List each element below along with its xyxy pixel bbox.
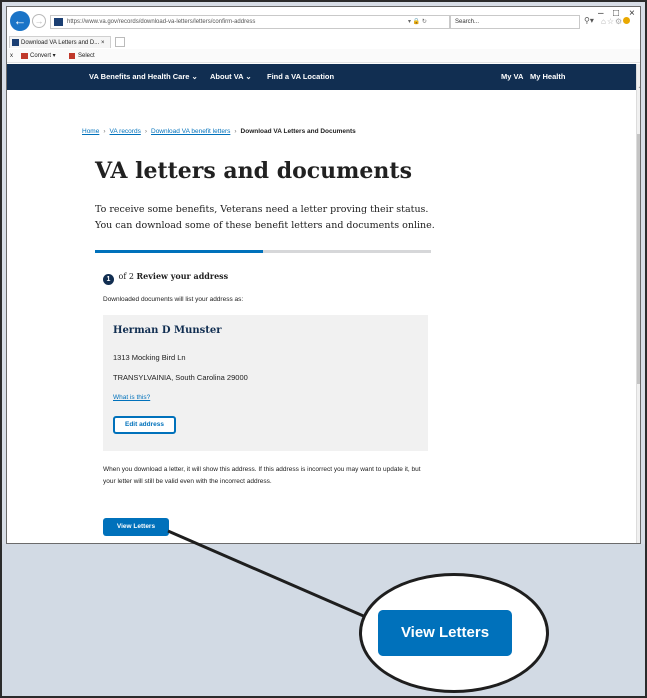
back-arrow-icon[interactable]: ← [10,11,30,31]
nav-about-va[interactable]: About VA ⌄ [210,64,252,90]
browser-window: ← → https://www.va.gov/records/download-… [6,6,641,544]
scroll-up-arrow-icon[interactable]: ⌃ [637,86,640,93]
page-content: Home › VA records › Download VA benefit lett… [7,90,636,543]
select-button[interactable]: Select [69,49,95,63]
command-bar: x Convert ▾ Select [7,49,640,63]
step-progress-fill [95,250,263,253]
tab-close-icon[interactable]: × [101,40,105,46]
step-title: Review your address [136,271,229,281]
address-bar-tools[interactable]: ▾ 🔒 ↻ [408,15,427,29]
site-header-nav: VA Benefits and Health Care ⌄ About VA ⌄… [7,64,636,90]
breadcrumb-download-letters[interactable]: Download VA benefit letters [151,128,230,135]
what-is-this-link[interactable]: What is this? [113,394,150,401]
address-city-state: TRANSYLVAINIA, South Carolina 29000 [113,373,248,382]
browser-toolbar-icons: ⌂☆⚙ [601,17,631,26]
address-bar[interactable]: https://www.va.gov/records/download-va-l… [50,15,450,29]
page-title: VA letters and documents [95,158,412,184]
callout-view-letters-button: View Letters [378,610,512,656]
step-progress-bar [95,250,431,253]
nav-find-location[interactable]: Find a VA Location [267,64,334,90]
step-indicator: 1 of 2 Review your address [103,271,228,285]
page-intro: To receive some benefits, Veterans need … [95,204,435,231]
address-intro-text: Downloaded documents will list your addr… [103,296,244,303]
nav-my-va[interactable]: My VA [501,64,523,90]
address-name: Herman D Munster [113,325,222,336]
browser-search-input[interactable]: Search... [450,15,580,29]
page-scrollbar[interactable]: ⌃ [636,64,640,543]
address-street: 1313 Mocking Bird Ln [113,353,186,362]
address-bar-url: https://www.va.gov/records/download-va-l… [67,19,256,25]
command-bar-close-icon[interactable]: x [10,49,13,63]
address-card: Herman D Munster 1313 Mocking Bird Ln TR… [103,315,428,451]
nav-my-health[interactable]: My Health [530,64,565,90]
callout-background [2,544,645,696]
edit-address-button[interactable]: Edit address [113,416,176,434]
breadcrumb-separator: › [144,128,147,135]
smiley-icon[interactable] [623,17,631,24]
scroll-thumb[interactable] [637,134,640,384]
convert-pdf-button[interactable]: Convert ▾ [21,49,56,63]
search-icon[interactable]: ⚲▾ [584,16,594,25]
step-of-text: of 2 [118,272,134,281]
browser-tab[interactable]: Download VA Letters and D... × [9,36,112,48]
gear-icon[interactable]: ⚙ [615,17,623,26]
breadcrumb-separator: › [103,128,106,135]
view-letters-button[interactable]: View Letters [103,518,169,536]
nav-benefits[interactable]: VA Benefits and Health Care ⌄ [89,64,198,90]
breadcrumb-current: Download VA Letters and Documents [240,128,356,135]
star-icon[interactable]: ☆ [607,17,615,26]
breadcrumb-separator: › [234,128,237,135]
browser-titlebar: ← → https://www.va.gov/records/download-… [7,7,640,35]
step-number-badge: 1 [103,274,114,285]
breadcrumb-va-records[interactable]: VA records [110,128,141,135]
address-note: When you download a letter, it will show… [103,466,421,485]
breadcrumb: Home › VA records › Download VA benefit lett… [82,128,356,135]
va-favicon-icon [12,39,19,46]
search-placeholder: Search... [455,19,480,25]
va-favicon-icon [54,18,63,26]
new-tab-button[interactable] [115,37,125,47]
tab-title: Download VA Letters and D... [21,40,100,46]
forward-arrow-icon[interactable]: → [32,14,46,28]
browser-tab-row: Download VA Letters and D... × [7,35,640,49]
breadcrumb-home[interactable]: Home [82,128,99,135]
